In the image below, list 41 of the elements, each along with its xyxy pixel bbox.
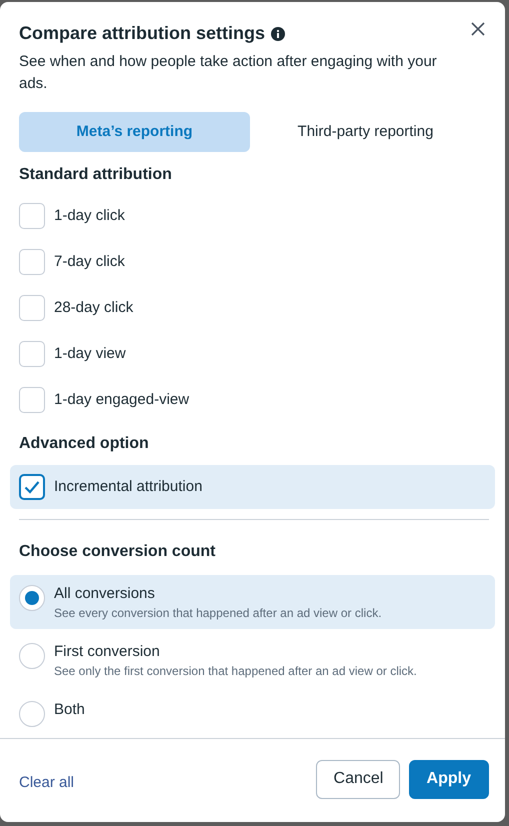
radio-button[interactable]: [19, 643, 45, 669]
option-label: 1-day view: [54, 344, 126, 364]
checkbox-option[interactable]: 1-day engaged-view: [19, 378, 486, 422]
dialog-button[interactable]: Apply: [408, 760, 489, 798]
radio-button[interactable]: [19, 585, 45, 611]
option-label: All conversions: [54, 584, 156, 604]
checkbox[interactable]: [19, 474, 45, 500]
option-description: See only the first conversion that happened after an ad view or click.: [54, 663, 417, 679]
checkbox[interactable]: [19, 341, 45, 367]
close-button[interactable]: [471, 22, 485, 36]
radio-button[interactable]: [19, 701, 45, 727]
option-label: 7-day click: [54, 252, 125, 272]
close-icon: [471, 22, 485, 36]
dialog-title: Compare attribution settings: [19, 22, 266, 45]
checkbox[interactable]: [19, 387, 45, 413]
option-label: 1-day click: [54, 206, 125, 226]
dialog-button[interactable]: Cancel: [316, 760, 400, 798]
info-icon[interactable]: [271, 26, 286, 40]
option-description: See every conversion that happened after an ad view or click.: [54, 605, 382, 621]
option-label: 1-day engaged-view: [54, 390, 190, 410]
section-heading: Advanced option: [19, 434, 150, 454]
checkbox-option[interactable]: Incremental attribution: [10, 465, 495, 509]
section-heading: Standard attribution: [19, 165, 173, 185]
option-label: First conversion: [54, 642, 161, 662]
checkbox[interactable]: [19, 203, 45, 229]
checkbox-option[interactable]: 28-day click: [19, 286, 486, 330]
checkbox[interactable]: [19, 295, 45, 321]
checkmark-icon: [24, 480, 40, 494]
dialog-description: See when and how people take action after engaging with your ads.: [19, 52, 438, 94]
checkbox-option[interactable]: 1-day view: [19, 332, 486, 376]
clear-all-link[interactable]: Clear all: [19, 772, 74, 794]
checkbox-option[interactable]: 1-day click: [19, 194, 486, 238]
section-heading: Choose conversion count: [19, 542, 216, 562]
radio-option[interactable]: All conversions See every conversion that happened after an ad view or click.: [10, 575, 495, 629]
checkbox-option[interactable]: 7-day click: [19, 240, 486, 284]
radio-option[interactable]: First conversion See only the first conversion that happened after an ad view or click.: [10, 633, 495, 687]
option-label: 28-day click: [54, 298, 134, 318]
checkbox[interactable]: [19, 249, 45, 275]
option-label: Incremental attribution: [54, 476, 202, 497]
option-label: Both: [54, 700, 85, 720]
radio-option[interactable]: Both: [10, 691, 495, 735]
